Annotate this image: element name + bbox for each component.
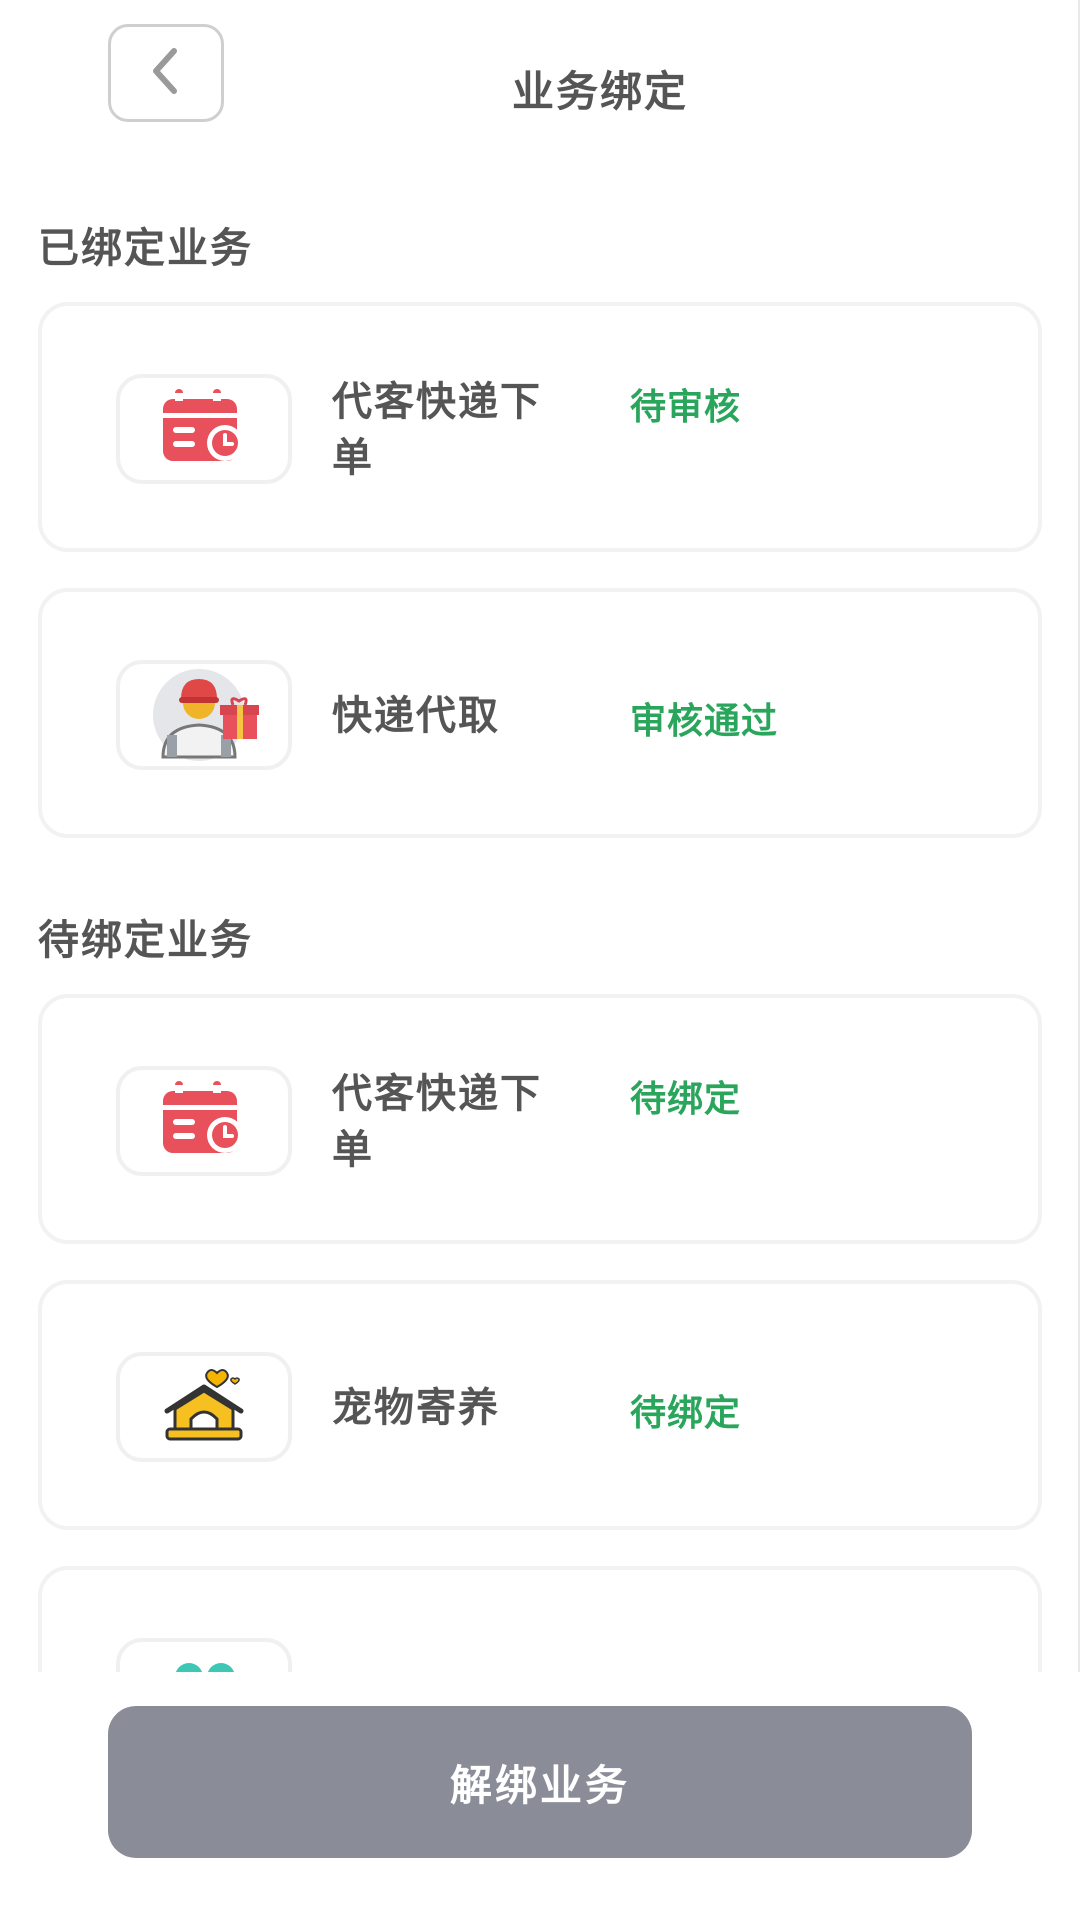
courier-with-gift-icon	[149, 665, 260, 765]
pet-house-icon	[159, 1365, 249, 1449]
item-name: 快递代取	[332, 693, 500, 739]
item-icon-box	[116, 1066, 292, 1176]
item-name: 代客快递下单	[332, 1071, 542, 1173]
list-item[interactable]: 代客快递下单 待绑定	[38, 994, 1042, 1244]
item-name: 代客快递下单	[332, 379, 542, 481]
item-icon-box	[116, 660, 292, 770]
list-item[interactable]	[38, 1566, 1042, 1672]
people-icon	[159, 1651, 249, 1672]
status-badge: 待审核	[630, 387, 742, 428]
item-icon-box	[116, 1638, 292, 1672]
calendar-clock-icon	[159, 387, 249, 471]
list-item[interactable]: 快递代取 审核通过	[38, 588, 1042, 838]
item-name: 宠物寄养	[332, 1385, 500, 1431]
list-item[interactable]: 代客快递下单 待审核	[38, 302, 1042, 552]
item-icon-box	[116, 374, 292, 484]
calendar-clock-icon	[159, 1079, 249, 1163]
status-badge: 审核通过	[630, 701, 779, 742]
list-item[interactable]: 宠物寄养 待绑定	[38, 1280, 1042, 1530]
pending-section-title: 待绑定业务	[38, 916, 253, 964]
unbind-button[interactable]: 解绑业务	[108, 1706, 972, 1858]
status-badge: 待绑定	[630, 1079, 742, 1120]
item-icon-box	[116, 1352, 292, 1462]
status-badge: 待绑定	[630, 1393, 742, 1434]
business-binding-page: 业务绑定 已绑定业务 代客快递下单 待审核 快递代取 审核通过 待绑定业务 代客…	[0, 0, 1080, 1920]
bound-section-title: 已绑定业务	[38, 224, 253, 272]
business-list[interactable]: 已绑定业务 代客快递下单 待审核 快递代取 审核通过 待绑定业务 代客快递下单 …	[0, 0, 1080, 1672]
